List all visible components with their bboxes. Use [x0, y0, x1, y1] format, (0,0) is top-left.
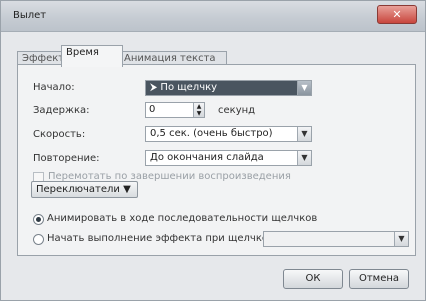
- title-bar[interactable]: Вылет ✕: [1, 1, 425, 32]
- chevron-down-icon[interactable]: ▼: [297, 127, 311, 141]
- delay-unit: секунд: [218, 105, 256, 116]
- delay-label: Задержка:: [33, 105, 90, 116]
- triggers-button[interactable]: Переключатели ▼: [31, 181, 138, 198]
- triggers-label: Переключатели: [36, 184, 120, 195]
- chevron-down-icon[interactable]: ▼: [394, 232, 408, 246]
- start-on-click-label: Начать выполнение эффекта при щелчке: [47, 233, 269, 244]
- dialog-title: Вылет: [13, 10, 47, 21]
- repeat-label: Повторение:: [33, 153, 100, 164]
- cancel-button[interactable]: Отмена: [349, 269, 409, 289]
- close-button[interactable]: ✕: [377, 5, 417, 24]
- chevron-down-icon[interactable]: ▼: [297, 81, 311, 95]
- chevron-down-icon: ▼: [123, 184, 131, 195]
- spinner-arrows-icon[interactable]: ▲ ▼: [193, 103, 204, 117]
- start-label: Начало:: [33, 82, 75, 93]
- ok-button[interactable]: ОК: [283, 269, 343, 289]
- speed-select[interactable]: 0,5 сек. (очень быстро) ▼: [145, 126, 312, 142]
- start-value: По щелчку: [160, 82, 218, 93]
- delay-spinner[interactable]: 0 ▲ ▼: [145, 102, 205, 118]
- start-on-click-radio[interactable]: [33, 234, 44, 245]
- speed-label: Скорость:: [33, 129, 86, 140]
- delay-value: 0: [149, 104, 156, 115]
- repeat-select[interactable]: До окончания слайда ▼: [145, 150, 312, 166]
- chevron-down-icon[interactable]: ▼: [297, 151, 311, 165]
- effect-options-dialog: Вылет ✕ Эффект Время Анимация текста Нач…: [0, 0, 426, 301]
- trigger-object-select[interactable]: ▼: [263, 231, 409, 247]
- animate-sequence-radio[interactable]: [33, 214, 44, 225]
- speed-value: 0,5 сек. (очень быстро): [150, 128, 273, 139]
- mouse-pointer-icon: ⮞: [150, 82, 161, 93]
- repeat-value: До окончания слайда: [150, 152, 264, 163]
- start-select[interactable]: ⮞ По щелчку ▼: [145, 80, 312, 96]
- animate-sequence-label: Анимировать в ходе последовательности ще…: [47, 213, 318, 224]
- tab-timing[interactable]: Время: [61, 45, 123, 67]
